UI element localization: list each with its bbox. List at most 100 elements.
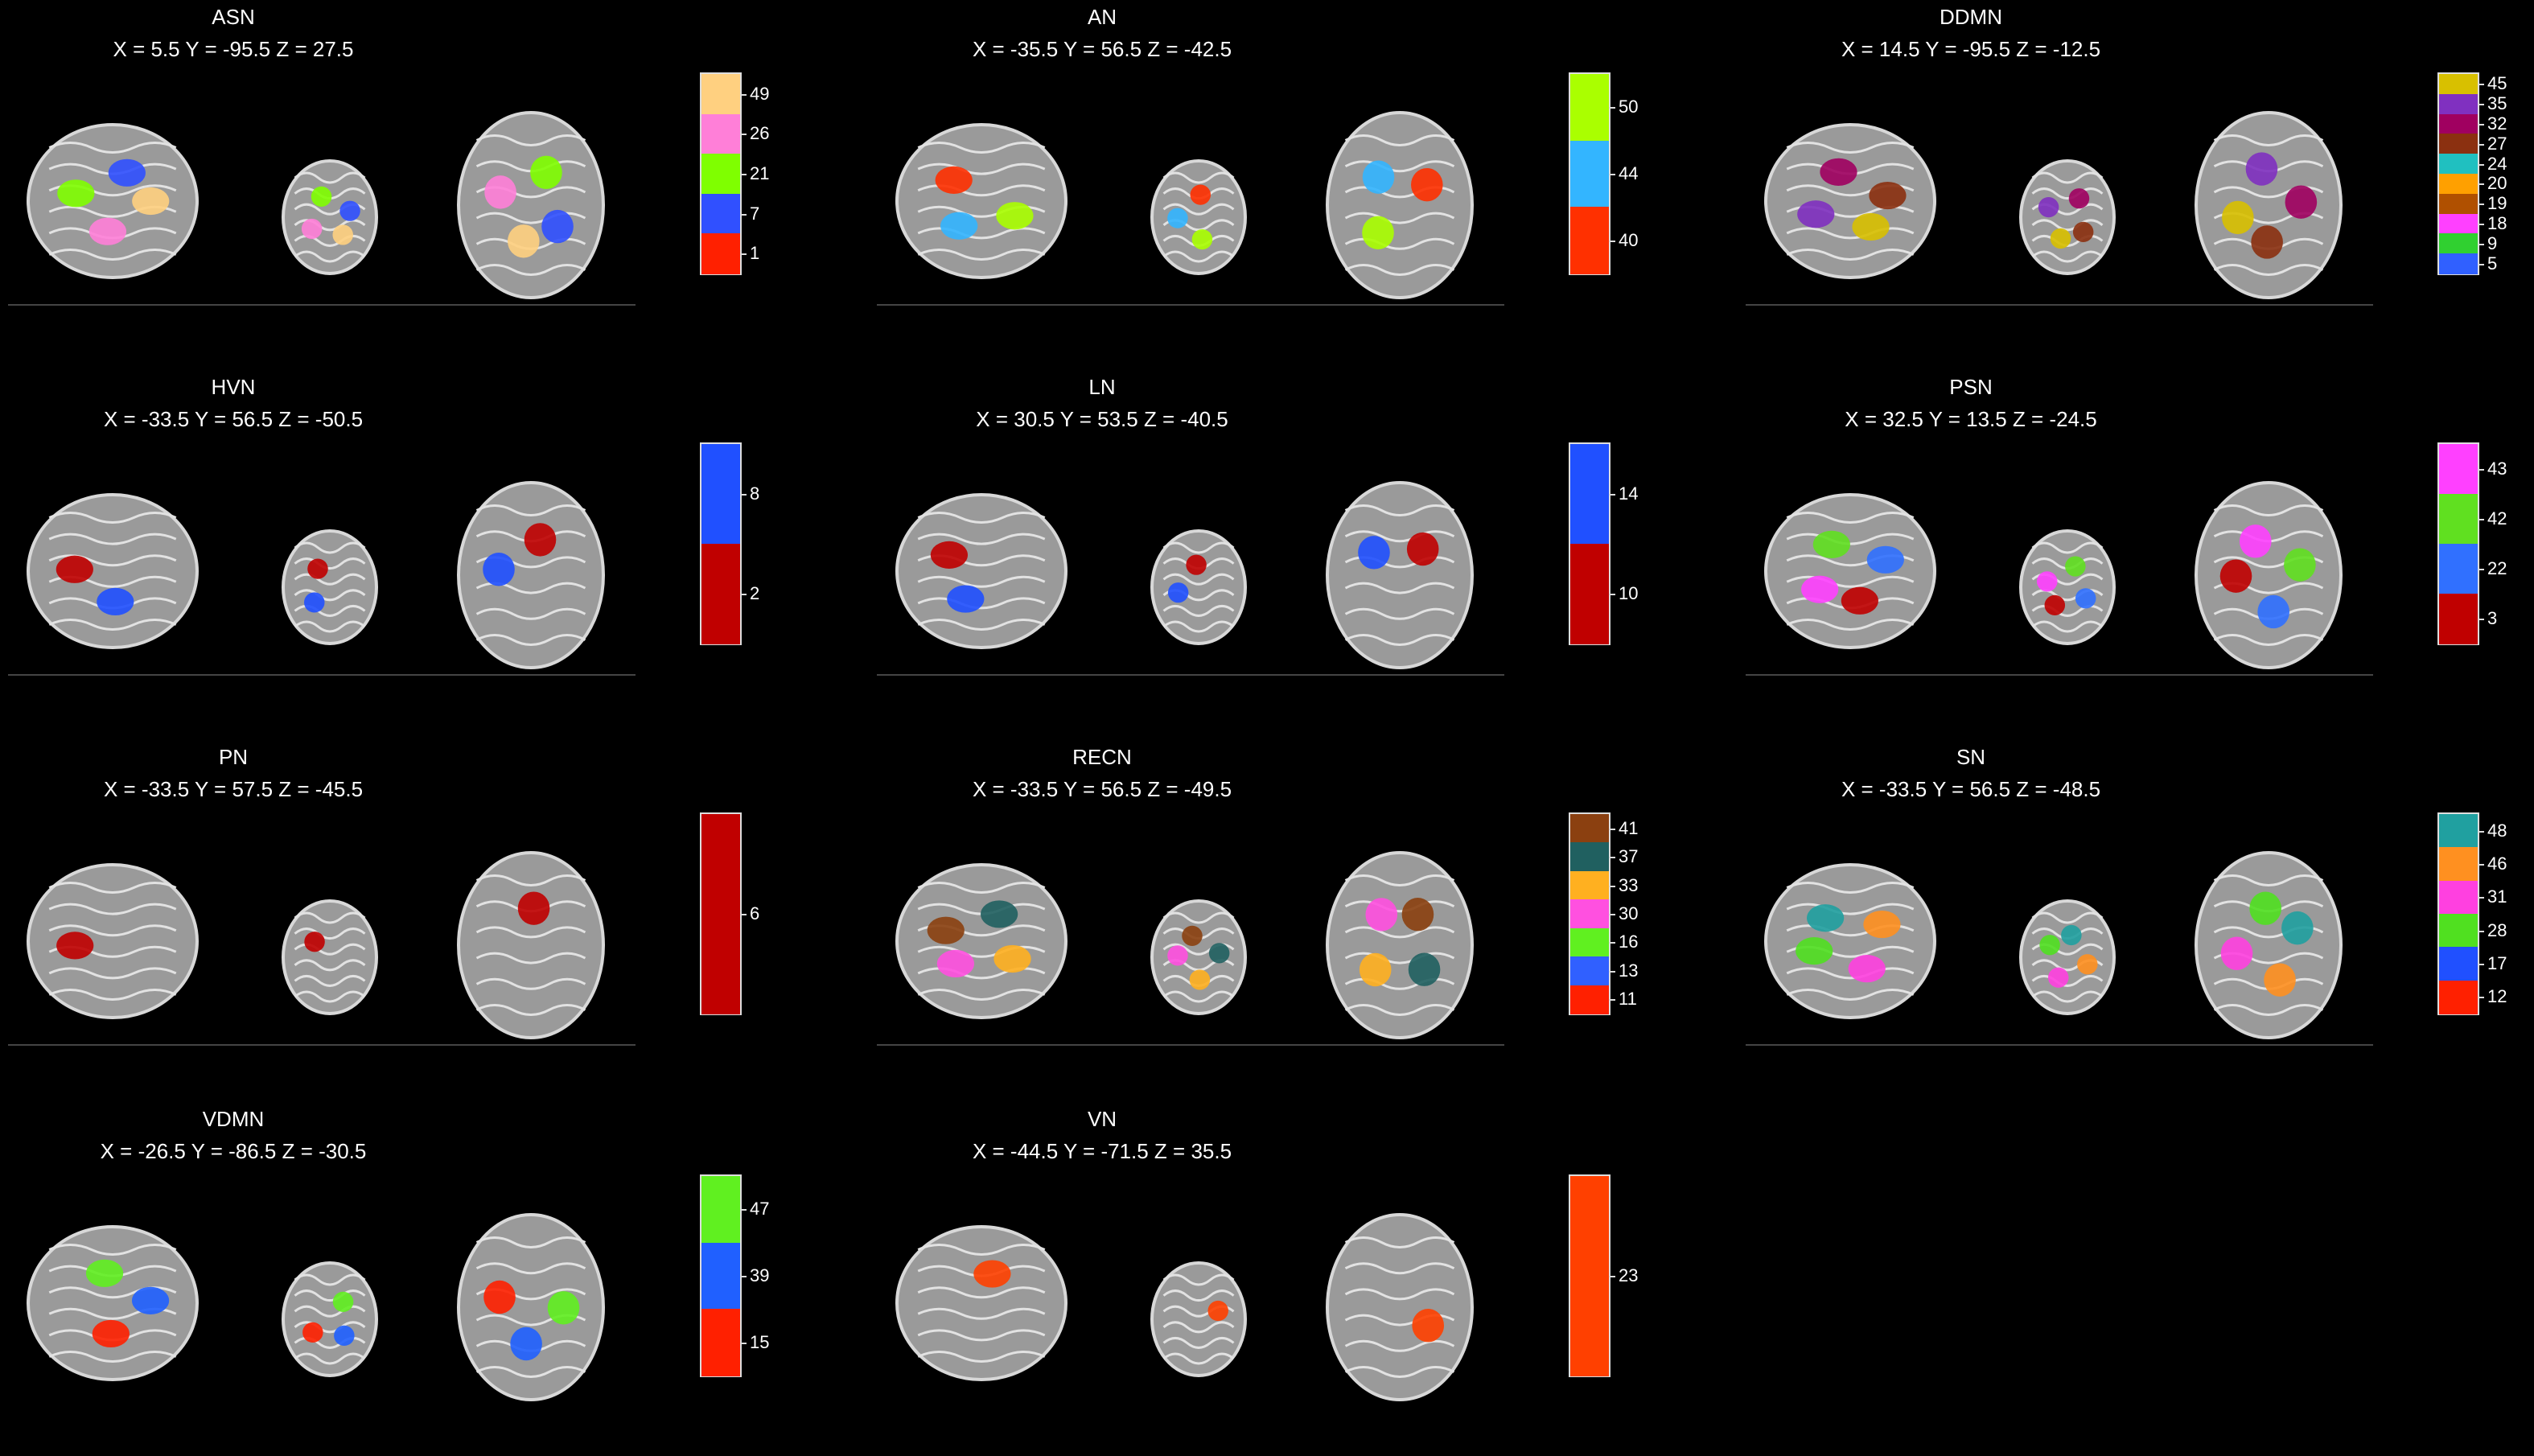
coronal-slice [2019,159,2116,275]
colorbar-tick [740,1276,747,1277]
activation-blob [2072,221,2094,242]
divider [1746,1044,2373,1046]
activation-blob [57,179,95,208]
mni-coordinates: X = -33.5 Y = 57.5 Z = -45.5 [103,777,364,801]
brain-views [877,64,1504,306]
colorbar-tick-label: 22 [2487,558,2507,578]
activation-blob [332,224,353,245]
coronal-slice [1150,899,1247,1015]
colorbar-tick [2478,519,2484,520]
divider [8,674,636,676]
activation-blob [1191,228,1213,250]
axial-slice [1326,111,1474,299]
colorbar-tick-label: 33 [1619,874,1639,895]
activation-blob [936,949,975,978]
colorbar-segment [1570,814,1609,844]
brain-views [8,1166,636,1408]
activation-blob [484,175,516,209]
colorbar-segment [2439,980,2478,1015]
colorbar-tick [1609,594,1615,595]
activation-blob [1807,904,1845,932]
colorbar-tick [2478,930,2484,932]
colorbar-tick-label: 18 [2487,213,2507,233]
activation-blob [1869,181,1907,210]
activation-blob [2220,936,2253,970]
coronal-slice [282,159,378,275]
mni-coordinates: X = -44.5 Y = -71.5 Z = 35.5 [972,1139,1232,1163]
brain-slices [1764,851,2343,1039]
network-name: SN [1956,745,1986,769]
colorbar-tick-label: 28 [2487,919,2507,940]
colorbar-tick-label: 44 [1619,163,1639,183]
colorbar-tick [1609,970,1615,973]
colorbar-segment [701,1309,740,1377]
activation-blob [1182,925,1203,946]
activation-blob [339,200,360,221]
brain-views [877,1166,1504,1408]
colorbar-segment [1570,927,1609,958]
colorbar-tick [1609,885,1615,887]
axial-slice [2195,851,2343,1039]
activation-blob [92,1319,130,1348]
mni-coordinates: X = -33.5 Y = 56.5 Z = -49.5 [972,777,1232,801]
activation-blob [940,212,978,240]
colorbar-segment [2439,93,2478,115]
colorbar-segment [2439,947,2478,981]
activation-blob [1401,898,1434,932]
sagittal-slice [895,493,1067,649]
network-name: VDMN [202,1107,265,1131]
activation-blob [947,585,985,613]
activation-blob [1167,208,1188,228]
colorbar-tick-label: 13 [1619,960,1639,981]
coronal-slice [282,529,378,645]
coronal-slice [2019,899,2116,1015]
colorbar-tick-label: 45 [2487,73,2507,94]
activation-blob [507,224,540,258]
colorbar-segment [2439,233,2478,255]
colorbar-tick [2478,84,2484,86]
colorbar-tick [1609,942,1615,944]
network-panel-vn: VN X = -44.5 Y = -71.5 Z = 35.5 23 [877,1107,1713,1456]
activation-blob [131,1286,170,1314]
network-name: VN [1087,1107,1117,1131]
activation-blob [311,186,332,207]
activation-blob [993,944,1031,973]
divider [8,1044,636,1046]
network-panel-hvn: HVN X = -33.5 Y = 56.5 Z = -50.5 8 2 [8,375,845,724]
divider [1746,674,2373,676]
activation-blob [1406,532,1439,566]
colorbar-tick-label: 9 [2487,232,2498,253]
activation-blob [1412,1309,1445,1343]
colorbar-segment [2439,444,2478,496]
colorbar-tick [1609,999,1615,1002]
axial-slice [457,851,605,1039]
activation-blob [301,218,323,240]
axial-slice [1326,851,1474,1039]
colorbar-tick [2478,143,2484,146]
colorbar-tick-label: 35 [2487,93,2507,114]
colorbar-tick-label: 39 [750,1265,770,1285]
network-panel-ln: LN X = 30.5 Y = 53.5 Z = -40.5 14 10 [877,375,1713,724]
colorbar-tick [2478,964,2484,965]
colorbar-tick-label: 12 [2487,986,2507,1007]
activation-blob [332,1291,354,1312]
activation-blob [2038,197,2059,218]
network-panel-vdmn: VDMN X = -26.5 Y = -86.5 Z = -30.5 47 39 15 [8,1107,845,1456]
colorbar-tick [1609,828,1615,830]
colorbar-segment [1570,1176,1609,1377]
colorbar-segment [701,814,740,1015]
activation-blob [2257,594,2290,629]
sagittal-slice [27,1225,199,1381]
colorbar: 43 42 22 3 [2437,442,2507,645]
mni-coordinates: X = -33.5 Y = 56.5 Z = -48.5 [1841,777,2101,801]
colorbar-tick-label: 43 [2487,459,2507,479]
activation-blob [307,558,328,579]
activation-blob [1848,955,1886,983]
activation-blob [1796,937,1833,965]
colorbar-segment [701,233,740,275]
activation-blob [996,202,1034,230]
colorbar-segment [2439,174,2478,195]
colorbar-tick-label: 48 [2487,820,2507,841]
activation-blob [981,900,1018,928]
colorbar-segment [2439,134,2478,155]
